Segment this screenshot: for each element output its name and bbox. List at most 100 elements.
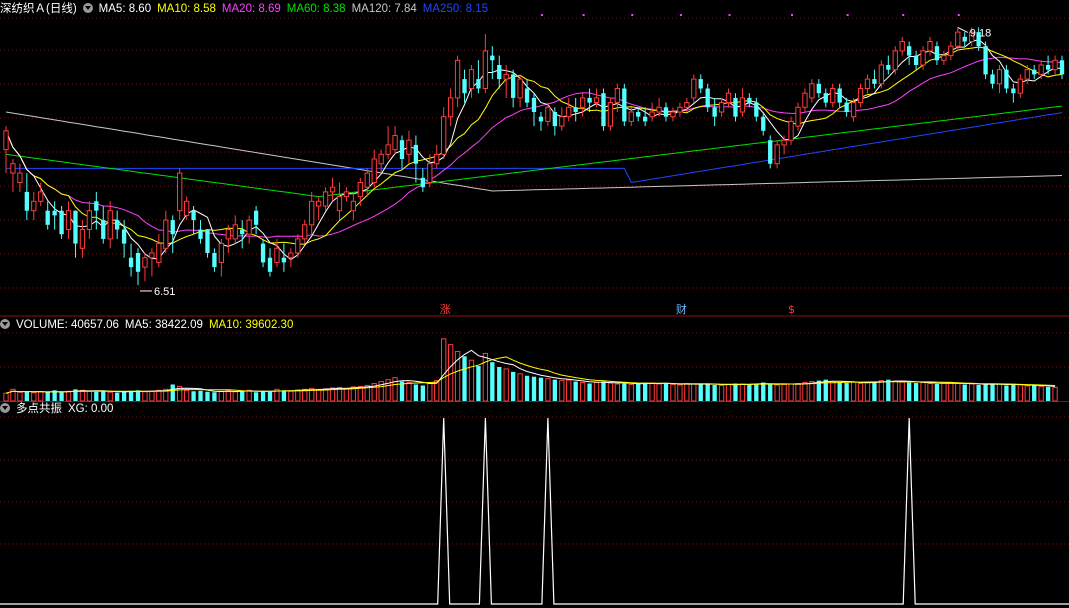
event-dot	[791, 14, 794, 16]
volume-bar	[593, 382, 600, 402]
candle-body	[149, 252, 155, 259]
candle-body	[218, 243, 225, 263]
volume-bar	[628, 383, 634, 402]
candle-body	[183, 200, 190, 216]
candle-body	[302, 224, 308, 240]
low-price-label: 6.51	[154, 286, 175, 298]
chart-title[interactable]: 深纺织Ａ(日线)	[0, 3, 77, 15]
candle-body	[1038, 64, 1044, 75]
candle-body	[497, 65, 502, 80]
volume-bar	[983, 384, 988, 401]
candle-body	[198, 229, 203, 239]
dropdown-icon[interactable]	[0, 319, 10, 329]
candle-body	[1052, 59, 1058, 71]
candle-body	[864, 78, 871, 89]
volume-bar	[531, 376, 537, 401]
candle-body	[357, 182, 363, 198]
candle-body	[1004, 69, 1009, 89]
volume-bar	[614, 383, 621, 402]
volume-bar	[156, 389, 162, 402]
candle-body	[191, 210, 196, 221]
ma10-line	[5, 46, 1063, 245]
candle-body	[830, 88, 836, 104]
financial-report-marker[interactable]: 财	[676, 302, 687, 316]
dropdown-icon[interactable]	[82, 3, 93, 13]
volume-bar	[955, 383, 961, 402]
candle-body	[364, 172, 370, 188]
volume-bar	[524, 375, 530, 401]
candle-body	[566, 106, 572, 118]
candle-body	[413, 144, 419, 164]
candle-body	[17, 172, 23, 184]
volume-bar	[497, 367, 502, 401]
candle-body	[844, 102, 849, 112]
volume-bar	[128, 390, 134, 401]
candle-body	[511, 74, 516, 98]
event-dot	[846, 14, 849, 16]
candle-body	[31, 200, 37, 212]
volume-bar	[1038, 385, 1044, 402]
xg-signal-line	[0, 417, 1069, 605]
candle-body	[747, 97, 752, 103]
candle-body	[86, 210, 93, 230]
volume-bar	[59, 392, 64, 401]
limit-up-marker[interactable]: 涨	[440, 303, 451, 316]
volume-bar	[107, 391, 113, 402]
volume-bar	[649, 382, 655, 402]
candle-body	[677, 106, 683, 113]
candle-body	[101, 220, 106, 239]
high-price-label: 9.18	[970, 27, 991, 39]
event-dot	[679, 14, 682, 16]
candle-body	[955, 31, 961, 47]
dividend-marker[interactable]: $	[788, 303, 795, 316]
volume-bar	[1032, 385, 1037, 401]
volume-bar	[712, 384, 717, 401]
candle-body	[649, 111, 655, 118]
volume-bar	[948, 382, 954, 402]
volume-bar	[573, 381, 578, 401]
candle-body	[156, 243, 162, 263]
candle-body	[684, 102, 690, 108]
volume-bar	[1011, 384, 1016, 401]
volume-bar	[267, 391, 273, 401]
volume-bar	[420, 385, 425, 401]
candle-body	[913, 55, 919, 65]
volume-bar	[907, 382, 912, 401]
candle-body	[94, 201, 99, 211]
candle-body	[788, 120, 794, 141]
candle-body	[607, 102, 614, 127]
volume-bar	[170, 384, 175, 401]
volume-bar	[260, 391, 266, 401]
volume-bar	[774, 384, 780, 402]
ma20-label: MA20: 8.69	[221, 3, 281, 15]
candle-body	[872, 79, 877, 84]
volume-bar	[927, 383, 933, 402]
ma250-label: MA250: 8.15	[422, 3, 489, 15]
indicator-panel-header: 多点共振 XG: 0.00	[0, 401, 119, 417]
volume-bar	[809, 381, 815, 402]
volume-bar	[698, 383, 703, 401]
candle-body	[712, 107, 717, 117]
volume-bar	[343, 387, 350, 402]
candle-body	[427, 163, 433, 183]
candle-body	[476, 79, 481, 89]
candle-body	[490, 55, 495, 61]
volume-bar	[857, 383, 864, 402]
candle-body	[705, 88, 710, 108]
stock-chart[interactable]: 9.18 6.51 涨 财 $	[0, 0, 1069, 608]
volume-bar	[934, 384, 940, 401]
candle-body	[288, 252, 294, 259]
candle-body	[725, 92, 732, 104]
volume-bar	[511, 371, 516, 401]
candle-body	[948, 45, 954, 57]
volume-bar	[725, 383, 732, 402]
candle-body	[135, 253, 141, 272]
volume-bar	[246, 389, 252, 402]
candle-body	[399, 140, 405, 159]
candle-body	[927, 41, 933, 52]
volume-bar	[656, 383, 662, 402]
volume-panel-header: VOLUME: 40657.06 MA5: 38422.09 MA10: 39602…	[0, 317, 299, 333]
dropdown-icon[interactable]	[0, 403, 10, 413]
candle-body	[823, 93, 828, 103]
candle-body	[718, 102, 725, 113]
